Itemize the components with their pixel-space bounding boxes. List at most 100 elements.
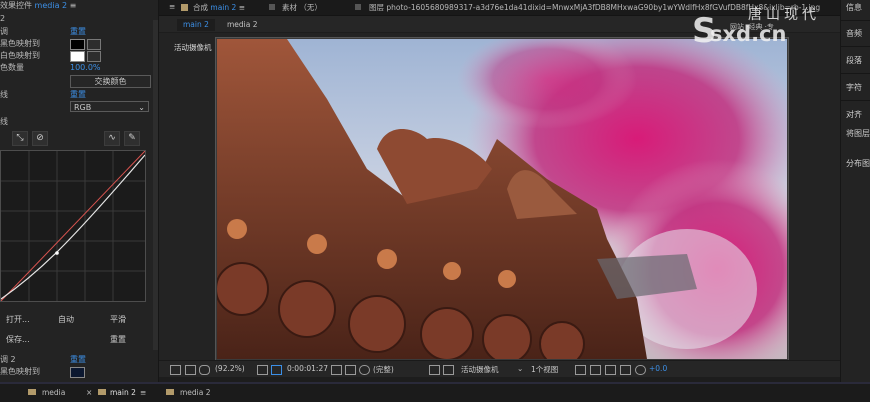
composition-preview-image[interactable] <box>216 38 788 360</box>
view-options-icon[interactable] <box>199 365 210 375</box>
snapshot-camera-icon[interactable] <box>331 365 342 375</box>
black-color-swatch[interactable] <box>70 39 85 50</box>
white-color-swatch[interactable] <box>70 51 85 62</box>
tint2-section-label[interactable]: 调 2 <box>0 354 16 366</box>
curves-graph-svg[interactable] <box>0 150 146 302</box>
tab-composition[interactable]: 合成 main 2 ≡ <box>193 2 245 13</box>
timeline-tab-media-2[interactable]: media 2 <box>180 388 211 397</box>
eyedropper-icon[interactable] <box>87 39 101 50</box>
map-white-label: 白色映射到 <box>0 51 40 60</box>
timeline-tab-media[interactable]: media <box>42 388 65 397</box>
watermark-sub: 网站 ·经典 ·专 <box>730 23 774 31</box>
flowchart-icon[interactable] <box>620 365 631 375</box>
subtab-main-2[interactable]: main 2 <box>177 19 215 31</box>
map-black-label: 黑色映射到 <box>0 39 40 48</box>
region-of-interest-icon[interactable] <box>429 365 440 375</box>
resolution-select[interactable]: (完整) <box>373 364 394 375</box>
effects-header-target[interactable]: media 2 <box>35 1 68 10</box>
viewer-toolbar: (92.2%) 0:00:01:27 (完整) 活动摄像机 ⌄ 1个视图 +0.… <box>159 360 840 377</box>
grid-icon[interactable] <box>257 365 268 375</box>
effects-header-title: 效果控件 <box>0 1 32 10</box>
effects-control-panel: 效果控件 media 2 ≡ 2 调 重置 黑色映射到 白色映射到 色数量 10… <box>0 0 159 382</box>
save-curve-button[interactable]: 保存... <box>6 334 30 345</box>
divider <box>841 100 870 101</box>
exposure-value[interactable]: +0.0 <box>649 364 667 373</box>
divider <box>841 20 870 21</box>
divider <box>841 46 870 47</box>
character-panel-tab[interactable]: 字符 <box>846 82 862 93</box>
curve-sub-label: 线 <box>0 117 8 126</box>
tint2-reset-link[interactable]: 重置 <box>70 354 86 366</box>
eyedropper-icon[interactable] <box>87 51 101 62</box>
paragraph-panel-tab[interactable]: 段落 <box>846 55 862 66</box>
pencil-icon[interactable]: ✎ <box>124 131 140 146</box>
camera-select[interactable]: 活动摄像机 <box>461 364 499 375</box>
audio-panel-tab[interactable]: 音频 <box>846 28 862 39</box>
tab-footage[interactable]: 素材 （无） <box>282 2 322 13</box>
black-color-swatch-2[interactable] <box>70 367 85 378</box>
lock-icon[interactable] <box>355 4 361 10</box>
always-preview-icon[interactable] <box>170 365 181 375</box>
show-snapshot-icon[interactable] <box>345 365 356 375</box>
fast-preview-icon[interactable] <box>590 365 601 375</box>
divider <box>841 73 870 74</box>
chevron-down-icon[interactable]: ⌄ <box>517 364 523 373</box>
composition-icon <box>181 4 188 11</box>
timeline-tab-main-2[interactable]: main 2 <box>110 388 136 397</box>
views-select[interactable]: 1个视图 <box>531 364 558 375</box>
channel-select-value: RGB <box>74 103 92 112</box>
panel-menu-icon[interactable]: ≡ <box>140 388 146 397</box>
curve-baseline-line <box>0 150 146 302</box>
comp-prefix: 合成 <box>193 3 208 12</box>
smooth-curve-button[interactable]: 平滑 <box>110 314 126 325</box>
pixel-aspect-icon[interactable] <box>575 365 586 375</box>
composition-icon <box>28 389 36 395</box>
timecode[interactable]: 0:00:01:27 <box>287 364 328 373</box>
color-channel-icon[interactable] <box>359 365 370 375</box>
curves-section-label[interactable]: 线 <box>0 89 8 101</box>
curve-point-tool-icon[interactable]: ⤡ <box>12 131 28 146</box>
safe-zones-icon[interactable] <box>185 365 196 375</box>
panel-menu-icon[interactable]: ≡ <box>239 3 245 12</box>
timeline-icon[interactable] <box>605 365 616 375</box>
comp-name: main 2 <box>210 3 237 12</box>
active-camera-label: 活动摄像机 <box>174 43 212 52</box>
curves-graph[interactable] <box>0 150 146 302</box>
subtab-media-2[interactable]: media 2 <box>221 19 264 31</box>
info-panel-tab[interactable]: 信息 <box>846 2 862 13</box>
auto-curve-button[interactable]: 自动 <box>58 314 74 325</box>
reset-curve-button[interactable]: 重置 <box>110 334 126 345</box>
effects-header: 效果控件 media 2 ≡ <box>0 0 76 12</box>
align-panel-tab[interactable]: 对齐 <box>846 109 862 120</box>
bezier-curve-icon[interactable]: ∿ <box>104 131 120 146</box>
effects-comp-line: 2 <box>0 14 6 23</box>
curve-line[interactable] <box>0 154 146 300</box>
tint-amount-label: 色数量 <box>0 63 24 72</box>
swap-colors-button[interactable]: 交换颜色 <box>70 75 151 88</box>
channel-select[interactable]: RGB ⌄ <box>70 101 149 112</box>
open-curve-button[interactable]: 打开... <box>6 314 30 325</box>
watermark: S sxd.cn 唐山现代 网站 ·经典 ·专 <box>690 2 860 51</box>
mask-visibility-icon[interactable] <box>271 365 282 375</box>
close-icon[interactable]: × <box>86 388 92 397</box>
map-black-label-2: 黑色映射到 <box>0 367 40 376</box>
tint-section-label[interactable]: 调 <box>0 26 8 38</box>
reset-exposure-icon[interactable] <box>635 365 646 375</box>
effects-scrollbar[interactable] <box>153 20 158 350</box>
tint-amount-value[interactable]: 100.0% <box>70 62 101 74</box>
lock-icon[interactable] <box>269 4 275 10</box>
watermark-cn: 唐山现代 <box>748 7 820 23</box>
menu-icon[interactable]: ≡ <box>169 2 175 11</box>
tint-reset-link[interactable]: 重置 <box>70 26 86 38</box>
curve-reset-tool-icon[interactable]: ⊘ <box>32 131 48 146</box>
distribute-layers-label: 分布图层 <box>846 159 870 168</box>
zoom-select[interactable]: (92.2%) <box>215 364 245 373</box>
preview-artwork <box>217 39 787 359</box>
align-layers-label: 将图层对 <box>846 129 870 138</box>
composition-icon <box>98 389 106 395</box>
curves-reset-link[interactable]: 重置 <box>70 89 86 101</box>
curve-control-point[interactable] <box>55 251 59 255</box>
transparency-grid-icon[interactable] <box>443 365 454 375</box>
composition-icon <box>166 389 174 395</box>
panel-menu-icon[interactable]: ≡ <box>70 1 77 10</box>
